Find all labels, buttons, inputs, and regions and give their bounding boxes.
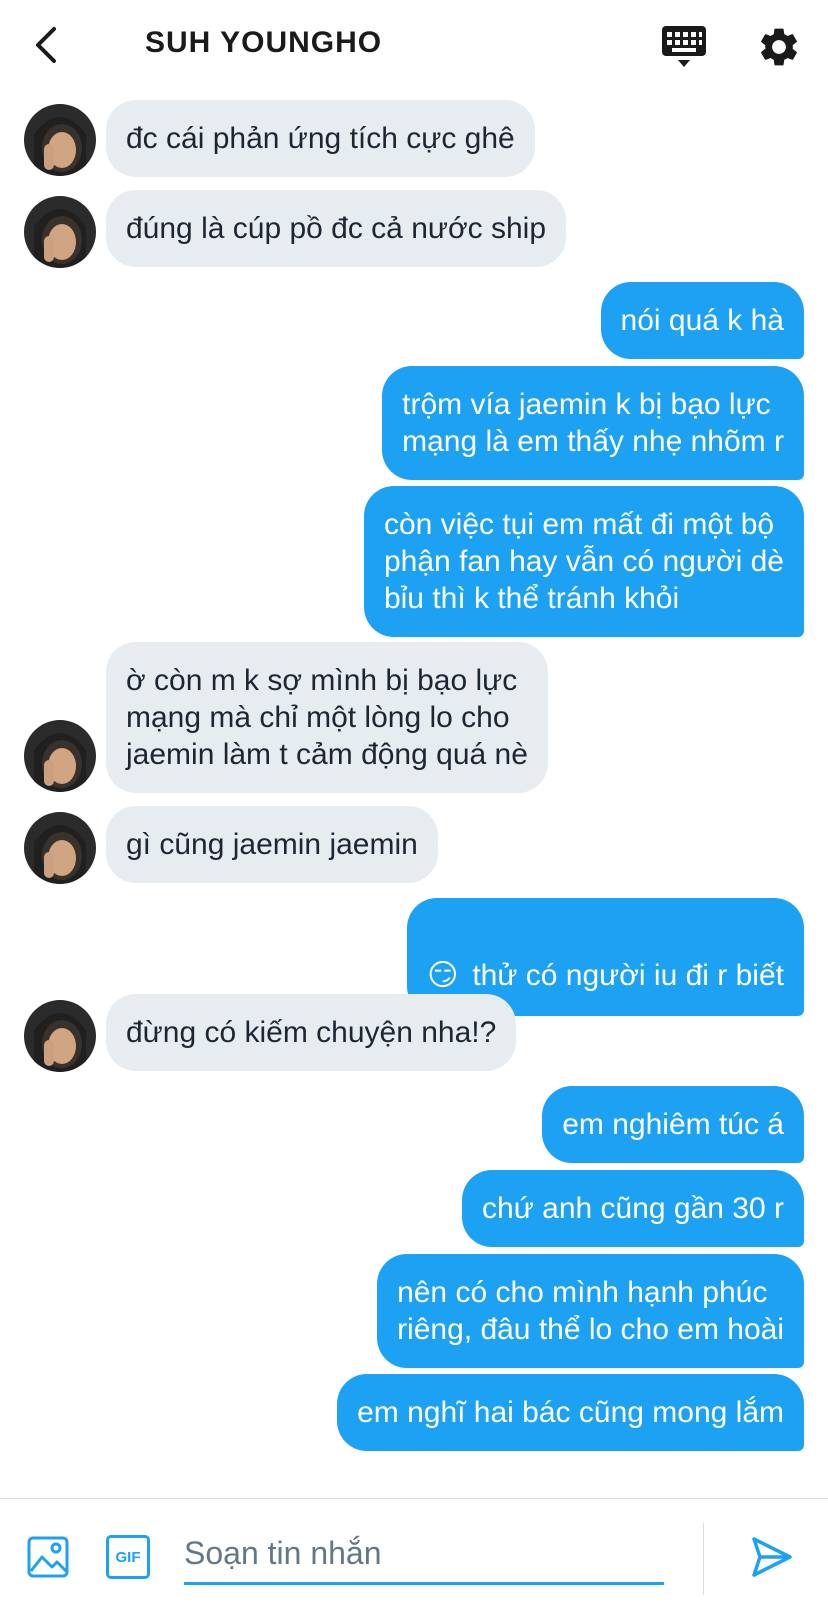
back-button[interactable] [26, 22, 66, 68]
message-input[interactable] [184, 1525, 664, 1585]
chat-header: SUH YOUNGHO [0, 0, 828, 90]
gif-button[interactable]: GIF [106, 1535, 150, 1579]
incoming-message[interactable]: đừng có kiếm chuyện nha!? [106, 994, 517, 1071]
chevron-left-icon [36, 27, 56, 63]
incoming-message[interactable]: đc cái phản ứng tích cực ghê [106, 100, 535, 177]
keyboard-icon [662, 26, 706, 67]
avatar[interactable] [24, 812, 96, 884]
gear-icon [761, 28, 797, 66]
outgoing-message[interactable]: nên có cho mình hạnh phúc riêng, đâu thể… [377, 1254, 804, 1368]
settings-button[interactable] [756, 24, 802, 70]
outgoing-message[interactable]: em nghĩ hai bác cũng mong lắm [337, 1374, 804, 1451]
incoming-message[interactable]: đúng là cúp pồ đc cả nước ship [106, 190, 567, 267]
incoming-message[interactable]: ờ còn m k sợ mình bị bạo lực mạng mà chỉ… [106, 642, 548, 793]
avatar[interactable] [24, 104, 96, 176]
outgoing-message-text: thử có người iu đi r biết [472, 959, 784, 992]
incoming-message[interactable]: gì cũng jaemin jaemin [106, 806, 438, 883]
message-composer: GIF [0, 1499, 828, 1617]
avatar[interactable] [24, 720, 96, 792]
conversation-title: SUH YOUNGHO [145, 26, 383, 59]
outgoing-message[interactable]: chứ anh cũng gần 30 r [462, 1170, 804, 1247]
image-icon [27, 1536, 69, 1578]
avatar[interactable] [24, 196, 96, 268]
keyboard-button[interactable] [660, 24, 708, 70]
add-image-button[interactable] [26, 1535, 70, 1579]
outgoing-message[interactable]: em nghiêm túc á [542, 1086, 804, 1163]
outgoing-message[interactable]: nói quá k hà [600, 282, 804, 359]
send-icon [752, 1537, 792, 1577]
smirk-emoji-icon: 😏 [427, 959, 459, 992]
outgoing-message[interactable]: trộm vía jaemin k bị bạo lực mạng là em … [382, 366, 804, 480]
message-list[interactable]: đc cái phản ứng tích cực ghê đúng là cúp… [0, 90, 828, 1495]
avatar[interactable] [24, 1000, 96, 1072]
outgoing-message[interactable]: còn việc tụi em mất đi một bộ phận fan h… [363, 486, 804, 637]
composer-separator [703, 1523, 704, 1595]
send-button[interactable] [748, 1533, 796, 1581]
